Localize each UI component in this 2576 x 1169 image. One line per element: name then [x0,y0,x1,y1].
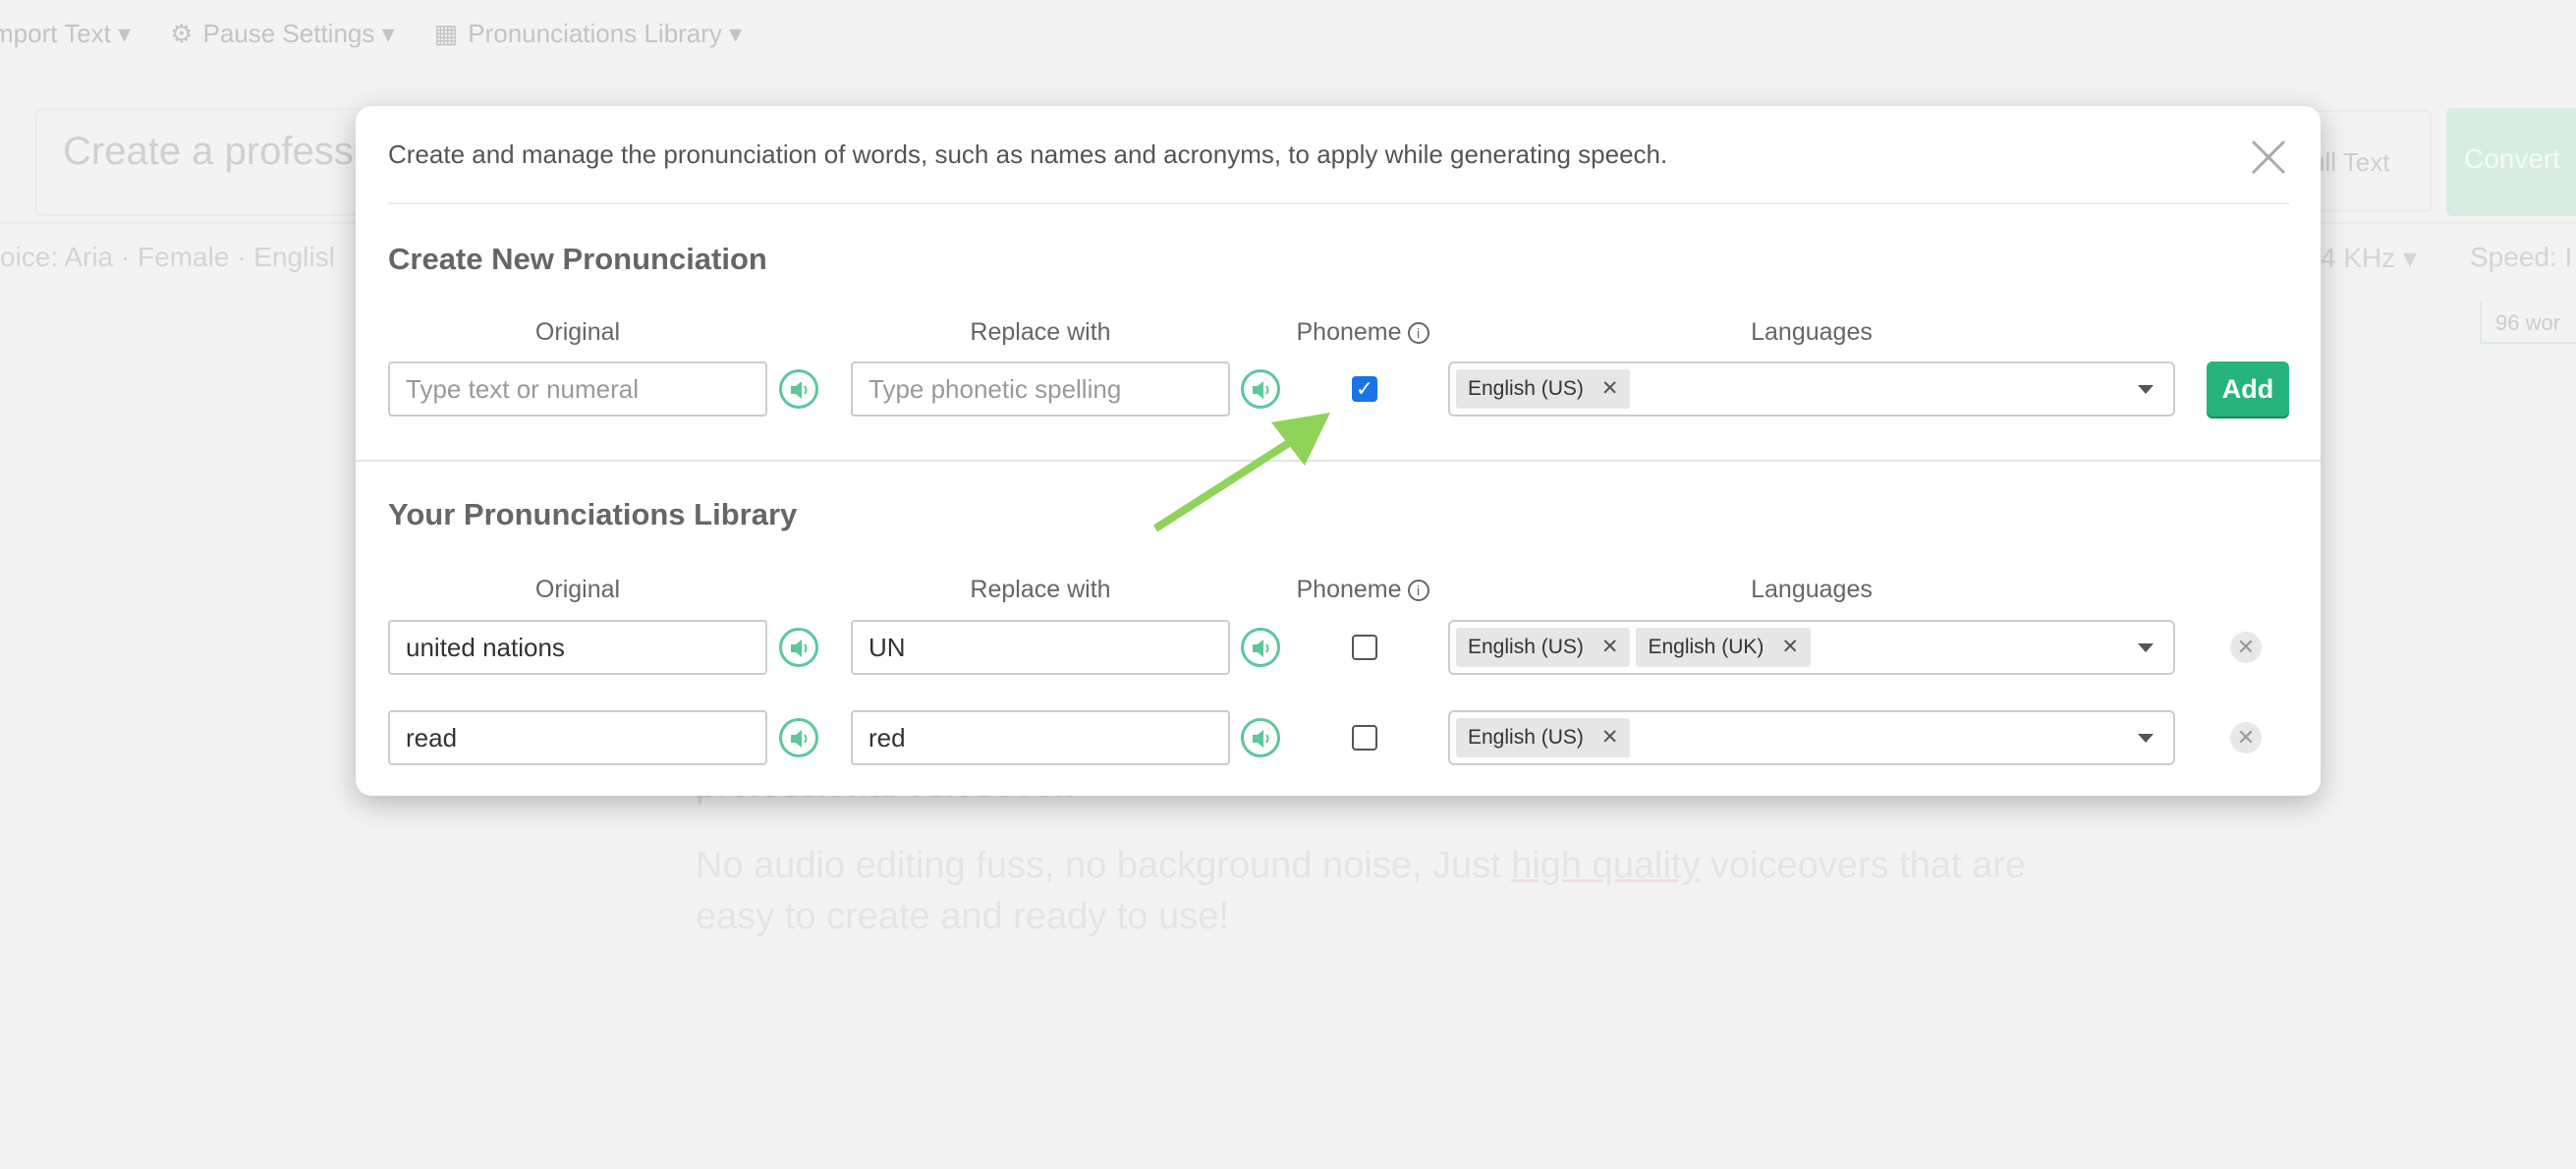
import-text-menu[interactable]: mport Text ▾ [0,19,131,49]
divider [388,202,2289,204]
language-tag: English (US) ✕ [1456,628,1631,667]
pronunciations-library-menu[interactable]: ▦ Pronunciations Library ▾ [434,19,743,49]
original-input[interactable] [388,362,767,417]
languages-select[interactable]: English (US) ✕ [1448,362,2175,417]
pronunciations-library-label: Pronunciations Library ▾ [468,18,743,48]
remove-tag-icon[interactable]: ✕ [1601,726,1619,749]
annotation-arrow-icon [1152,413,1330,532]
languages-select[interactable]: English (US) ✕ English (UK) ✕ [1448,620,2175,675]
language-tag-label: English (UK) [1648,636,1764,658]
row-replace-input[interactable]: UN [851,620,1230,675]
phoneme-label: Phoneme [1296,576,1402,603]
grid-icon: ▦ [433,18,459,48]
row-replace-input[interactable]: red [851,710,1230,765]
pause-settings-menu[interactable]: ⚙ Pause Settings ▾ [170,19,394,49]
languages-select[interactable]: English (US) ✕ [1448,710,2175,765]
phoneme-label: Phoneme [1296,318,1402,346]
gear-icon: ⚙ [170,18,194,48]
speaker-icon[interactable] [1241,628,1280,667]
voice-selector[interactable]: oice: Aria · Female · Englisl [0,242,335,273]
language-tag: English (US) ✕ [1456,718,1631,757]
convert-button[interactable]: Convert [2446,108,2576,216]
delete-row-icon[interactable]: ✕ [2230,632,2262,663]
word-count-badge: 96 wor [2480,303,2576,344]
delete-row-icon[interactable]: ✕ [2230,722,2262,753]
section-divider [356,460,2321,462]
language-tag-label: English (US) [1468,377,1584,400]
pause-settings-label: Pause Settings ▾ [202,18,395,48]
chevron-down-icon[interactable] [2138,643,2154,652]
speaker-icon[interactable] [779,628,818,667]
pronunciations-modal: Create and manage the pronunciation of w… [356,106,2321,796]
header-phoneme: Phoneme i [1289,318,1436,347]
header-replace: Replace with [970,318,1111,346]
header-original: Original [534,576,621,603]
phoneme-checkbox[interactable] [1352,725,1377,751]
remove-tag-icon[interactable]: ✕ [1781,636,1799,658]
close-icon[interactable] [2247,136,2290,179]
remove-tag-icon[interactable]: ✕ [1601,377,1619,400]
create-section-title: Create New Pronunciation [388,242,767,276]
info-icon[interactable]: i [1407,322,1429,344]
modal-description: Create and manage the pronunciation of w… [388,139,1668,169]
header-original: Original [534,318,621,346]
speaker-icon[interactable] [779,718,818,757]
header-phoneme: Phoneme i [1289,576,1436,604]
language-tag: English (US) ✕ [1456,369,1631,409]
phoneme-checkbox[interactable] [1352,635,1377,660]
speaker-icon[interactable] [1241,369,1280,409]
replace-input[interactable] [851,362,1230,417]
language-tag-label: English (US) [1468,636,1584,658]
header-languages: Languages [1751,318,1873,346]
remove-tag-icon[interactable]: ✕ [1601,636,1619,658]
sample-rate-selector[interactable]: 4 KHz ▾ [2321,242,2417,274]
info-icon[interactable]: i [1407,580,1429,601]
speaker-icon[interactable] [779,369,818,409]
editor-body-text[interactable]: No audio editing fuss, no background noi… [696,840,2071,942]
spelling-highlight: high quality [1511,845,1701,886]
phoneme-checkbox[interactable]: ✓ [1352,376,1377,402]
library-section-title: Your Pronunciations Library [388,497,798,531]
row-original-input[interactable]: read [388,710,767,765]
add-button[interactable]: Add [2207,362,2289,417]
speed-selector[interactable]: Speed: I [2470,242,2572,273]
row-original-input[interactable]: united nations [388,620,767,675]
speaker-icon[interactable] [1241,718,1280,757]
language-tag-label: English (US) [1468,726,1584,749]
chevron-down-icon[interactable] [2138,734,2154,743]
header-replace: Replace with [970,576,1111,603]
top-menu: mport Text ▾ ⚙ Pause Settings ▾ ▦ Pronunci… [0,14,742,53]
chevron-down-icon[interactable] [2138,385,2154,394]
header-languages: Languages [1751,576,1873,603]
body-text-part: No audio editing fuss, no background noi… [696,845,1512,886]
language-tag: English (UK) ✕ [1636,628,1811,667]
